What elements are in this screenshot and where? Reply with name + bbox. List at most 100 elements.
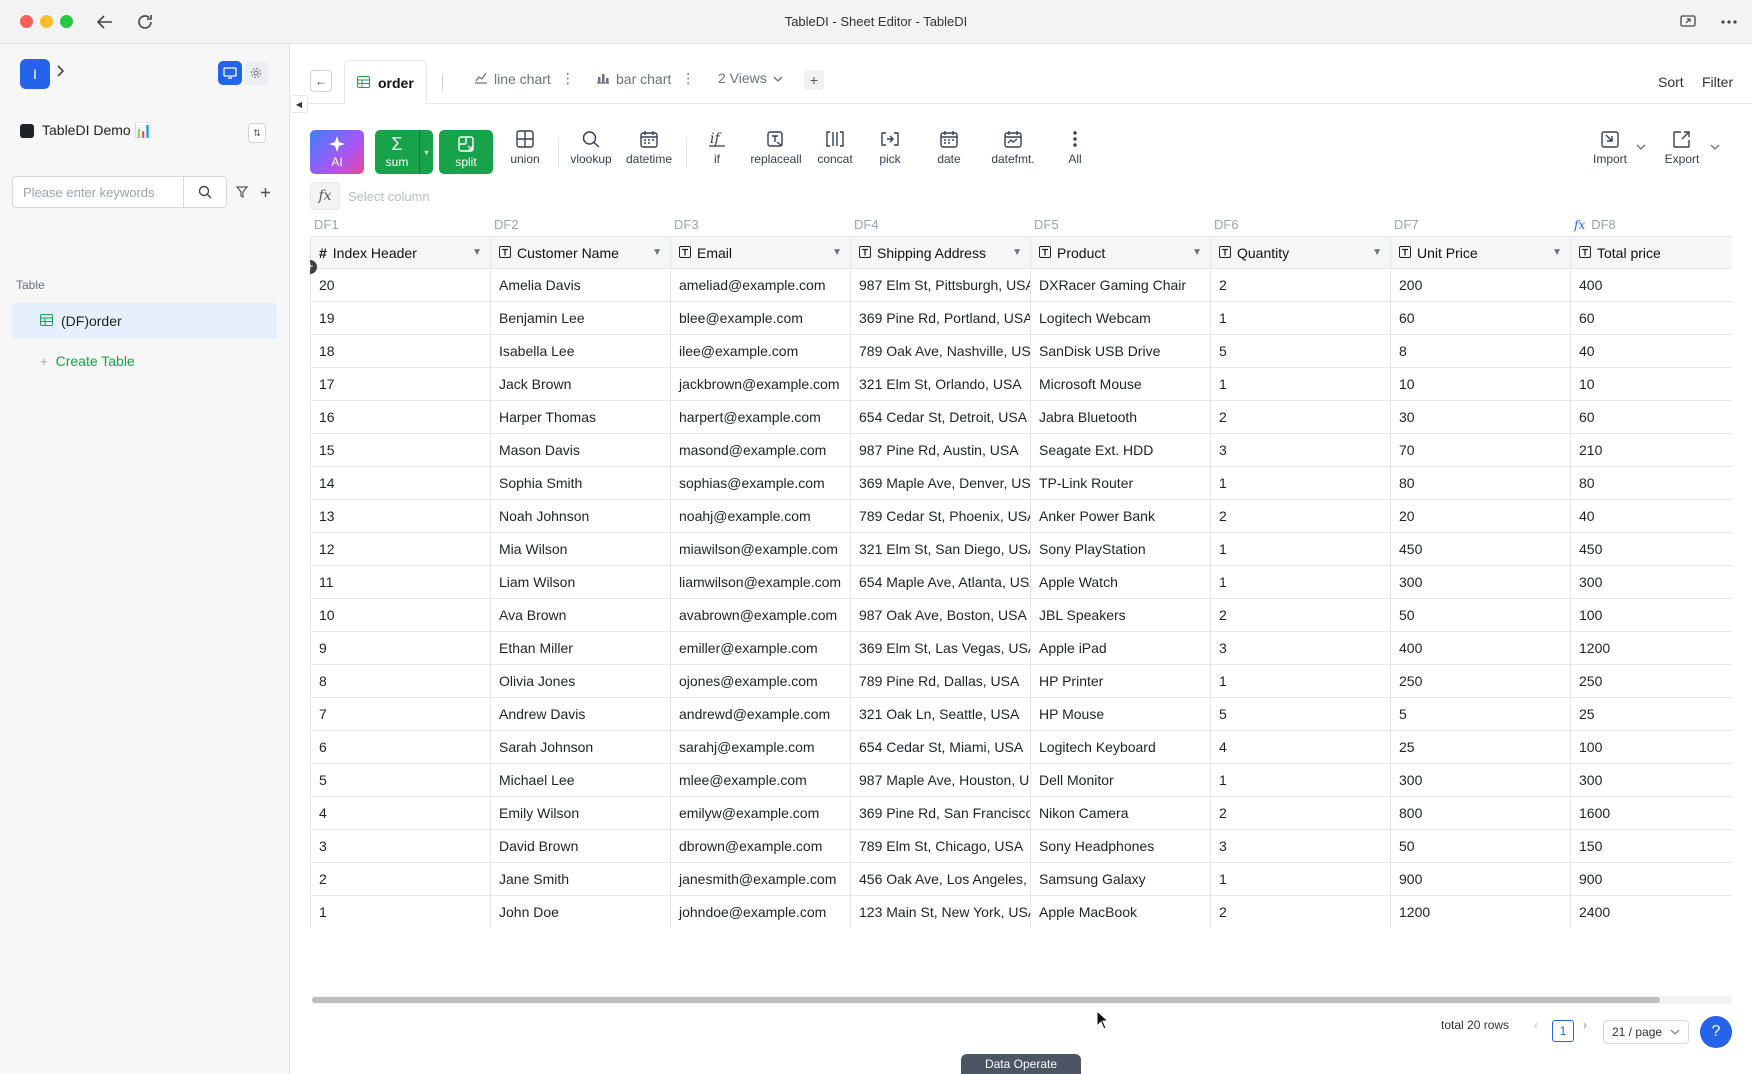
if-tool[interactable]: if if: [697, 130, 737, 166]
table-cell[interactable]: 25: [1390, 730, 1571, 764]
table-cell[interactable]: 150: [1570, 829, 1732, 863]
table-cell[interactable]: Mason Davis: [490, 433, 671, 467]
table-cell[interactable]: 369 Pine Rd, Portland, USA: [850, 301, 1031, 335]
table-cell[interactable]: 16: [310, 400, 491, 434]
table-cell[interactable]: 900: [1390, 862, 1571, 896]
table-cell[interactable]: 2: [1210, 895, 1391, 928]
table-cell[interactable]: Anker Power Bank: [1030, 499, 1211, 533]
column-header[interactable]: Customer Name ▼: [490, 236, 671, 269]
table-cell[interactable]: liamwilson@example.com: [670, 565, 851, 599]
column-header[interactable]: Email ▼: [670, 236, 851, 269]
table-cell[interactable]: 5: [310, 763, 491, 797]
table-cell[interactable]: 450: [1570, 532, 1732, 566]
tab-bar-chart[interactable]: bar chart ⋮: [596, 70, 695, 87]
datefmt-tool[interactable]: datefmt.: [983, 130, 1043, 166]
sum-button[interactable]: Σ sum ▾: [375, 130, 433, 174]
table-cell[interactable]: ojones@example.com: [670, 664, 851, 698]
table-cell[interactable]: 60: [1570, 400, 1732, 434]
table-cell[interactable]: 60: [1570, 301, 1732, 335]
table-cell[interactable]: Michael Lee: [490, 763, 671, 797]
table-cell[interactable]: 789 Pine Rd, Dallas, USA: [850, 664, 1031, 698]
table-cell[interactable]: 789 Cedar St, Phoenix, USA: [850, 499, 1031, 533]
table-cell[interactable]: 7: [310, 697, 491, 731]
table-cell[interactable]: noahj@example.com: [670, 499, 851, 533]
table-cell[interactable]: David Brown: [490, 829, 671, 863]
column-header[interactable]: Unit Price ▼: [1390, 236, 1571, 269]
table-cell[interactable]: 987 Oak Ave, Boston, USA: [850, 598, 1031, 632]
table-cell[interactable]: 50: [1390, 829, 1571, 863]
table-cell[interactable]: miawilson@example.com: [670, 532, 851, 566]
table-cell[interactable]: 321 Oak Ln, Seattle, USA: [850, 697, 1031, 731]
table-cell[interactable]: Liam Wilson: [490, 565, 671, 599]
collapse-sidebar-icon[interactable]: ◀: [290, 95, 308, 113]
table-cell[interactable]: Samsung Galaxy: [1030, 862, 1211, 896]
table-cell[interactable]: 1200: [1570, 631, 1732, 665]
table-cell[interactable]: johndoe@example.com: [670, 895, 851, 928]
table-cell[interactable]: 987 Pine Rd, Austin, USA: [850, 433, 1031, 467]
table-cell[interactable]: 2: [1210, 268, 1391, 302]
table-cell[interactable]: 1: [1210, 664, 1391, 698]
datetime-tool[interactable]: datetime: [621, 130, 677, 166]
table-cell[interactable]: 456 Oak Ave, Los Angeles, USA: [850, 862, 1031, 896]
formula-input[interactable]: [348, 188, 948, 204]
table-cell[interactable]: 300: [1570, 565, 1732, 599]
search-icon[interactable]: [183, 177, 226, 207]
help-button[interactable]: ?: [1700, 1016, 1732, 1048]
vertical-dots-icon[interactable]: ⋮: [561, 70, 575, 87]
table-cell[interactable]: sarahj@example.com: [670, 730, 851, 764]
table-cell[interactable]: avabrown@example.com: [670, 598, 851, 632]
table-cell[interactable]: 100: [1570, 598, 1732, 632]
create-table-button[interactable]: + Create Table: [40, 353, 135, 369]
table-cell[interactable]: 14: [310, 466, 491, 500]
table-cell[interactable]: 1200: [1390, 895, 1571, 928]
table-cell[interactable]: Jane Smith: [490, 862, 671, 896]
table-cell[interactable]: DXRacer Gaming Chair: [1030, 268, 1211, 302]
chevron-right-icon[interactable]: [55, 64, 65, 81]
table-cell[interactable]: 40: [1570, 334, 1732, 368]
table-cell[interactable]: Sarah Johnson: [490, 730, 671, 764]
table-cell[interactable]: sophias@example.com: [670, 466, 851, 500]
table-cell[interactable]: Apple iPad: [1030, 631, 1211, 665]
table-cell[interactable]: 654 Cedar St, Miami, USA: [850, 730, 1031, 764]
table-cell[interactable]: 400: [1390, 631, 1571, 665]
table-cell[interactable]: 1: [1210, 301, 1391, 335]
table-cell[interactable]: 60: [1390, 301, 1571, 335]
table-cell[interactable]: 17: [310, 367, 491, 401]
ai-button[interactable]: AI: [310, 130, 364, 174]
export-chevron-down-icon[interactable]: [1710, 144, 1720, 151]
table-cell[interactable]: 654 Cedar St, Detroit, USA: [850, 400, 1031, 434]
table-cell[interactable]: 1: [1210, 565, 1391, 599]
import-button[interactable]: Import: [1585, 130, 1635, 166]
filter-button[interactable]: Filter: [1702, 74, 1733, 90]
table-cell[interactable]: jackbrown@example.com: [670, 367, 851, 401]
split-button[interactable]: split: [439, 130, 493, 174]
vlookup-tool[interactable]: vlookup: [565, 130, 617, 166]
table-cell[interactable]: 450: [1390, 532, 1571, 566]
sum-dropdown-chevron-icon[interactable]: ▾: [419, 130, 433, 174]
table-cell[interactable]: 8: [1390, 334, 1571, 368]
table-cell[interactable]: Microsoft Mouse: [1030, 367, 1211, 401]
search-input[interactable]: [13, 177, 183, 207]
page-size-select[interactable]: 21 / page: [1603, 1020, 1689, 1044]
table-cell[interactable]: Jabra Bluetooth: [1030, 400, 1211, 434]
table-cell[interactable]: emiller@example.com: [670, 631, 851, 665]
table-cell[interactable]: Sophia Smith: [490, 466, 671, 500]
table-cell[interactable]: 250: [1390, 664, 1571, 698]
table-cell[interactable]: 2: [1210, 598, 1391, 632]
column-header[interactable]: Quantity ▼: [1210, 236, 1391, 269]
data-operate-tab[interactable]: Data Operate: [961, 1054, 1081, 1074]
table-cell[interactable]: 1: [1210, 367, 1391, 401]
collapse-left-arrow-icon[interactable]: ←: [310, 70, 332, 92]
column-header[interactable]: Product ▼: [1030, 236, 1211, 269]
table-cell[interactable]: Benjamin Lee: [490, 301, 671, 335]
plus-icon[interactable]: [257, 184, 273, 200]
table-cell[interactable]: 20: [1390, 499, 1571, 533]
table-cell[interactable]: 1: [1210, 763, 1391, 797]
table-cell[interactable]: Mia Wilson: [490, 532, 671, 566]
table-cell[interactable]: SanDisk USB Drive: [1030, 334, 1211, 368]
fx-icon[interactable]: fx: [310, 182, 340, 210]
table-cell[interactable]: 250: [1570, 664, 1732, 698]
column-menu-caret-icon[interactable]: ▼: [1192, 247, 1202, 258]
table-cell[interactable]: 2: [1210, 796, 1391, 830]
table-cell[interactable]: 654 Maple Ave, Atlanta, USA: [850, 565, 1031, 599]
